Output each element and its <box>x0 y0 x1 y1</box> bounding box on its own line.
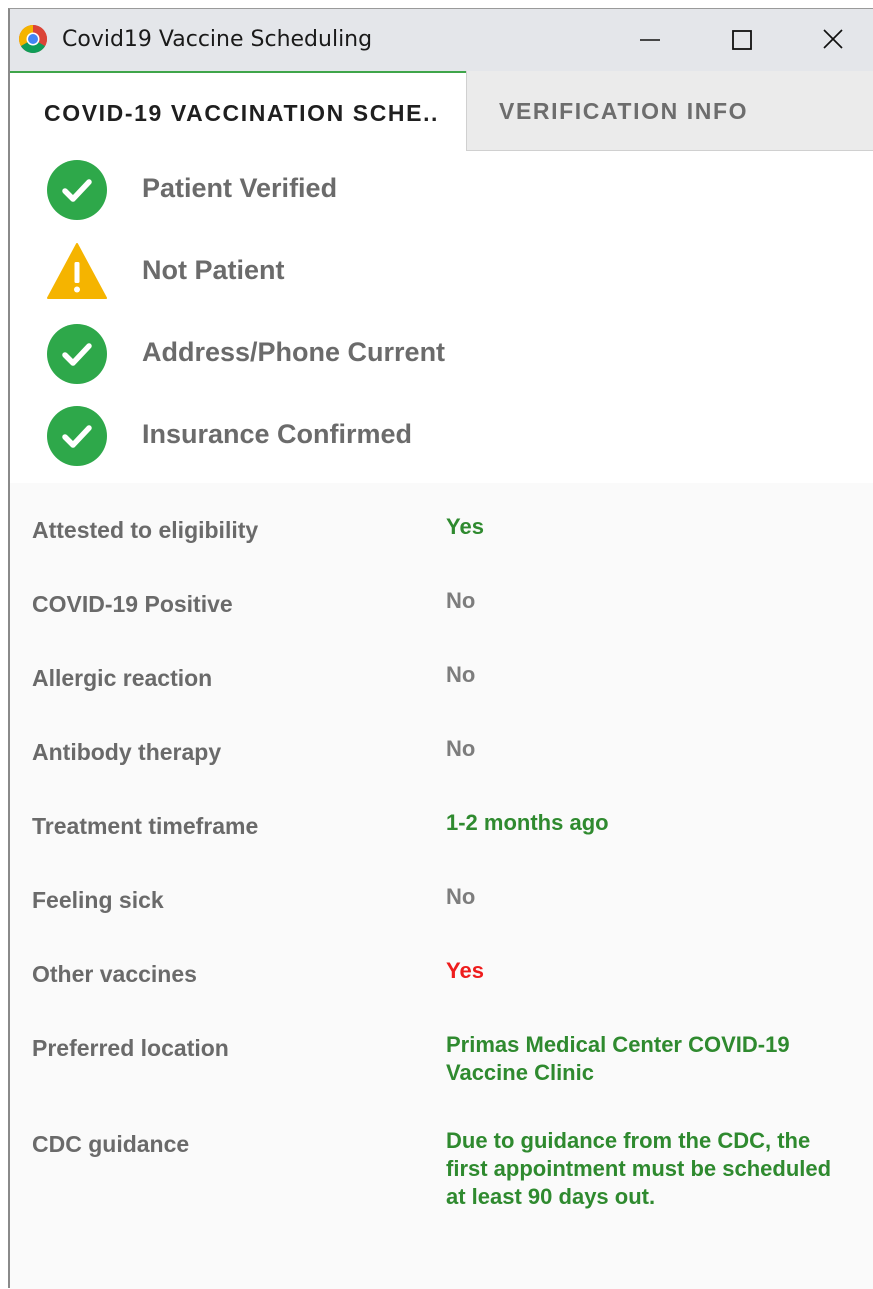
tab-vaccination-scheduling[interactable]: COVID-19 VACCINATION SCHE.. <box>10 71 466 151</box>
detail-label: Feeling sick <box>32 887 164 913</box>
chrome-icon <box>19 25 47 53</box>
check-circle-icon <box>47 160 107 220</box>
verification-status-list: Patient Verified Not Patient Address/Pho… <box>10 151 873 483</box>
close-icon[interactable] <box>813 21 853 59</box>
detail-label: Allergic reaction <box>32 665 213 691</box>
detail-value: No <box>446 736 476 761</box>
check-circle-icon <box>47 406 107 466</box>
maximize-icon[interactable] <box>722 21 762 59</box>
detail-label: Attested to eligibility <box>32 517 259 543</box>
detail-value: No <box>446 588 476 613</box>
status-insurance-confirmed: Insurance Confirmed <box>10 401 873 471</box>
detail-value: Due to guidance from the CDC, the first … <box>446 1128 832 1209</box>
tab-verification-info[interactable]: VERIFICATION INFO <box>466 71 873 151</box>
tab-label: COVID-19 VACCINATION SCHE.. <box>44 100 440 126</box>
detail-value: Yes <box>446 514 484 539</box>
detail-value: No <box>446 662 476 687</box>
detail-value: Primas Medical Center COVID-19 Vaccine C… <box>446 1032 790 1085</box>
status-label: Address/Phone Current <box>142 337 446 367</box>
window-title: Covid19 Vaccine Scheduling <box>62 27 373 52</box>
minimize-icon[interactable] <box>630 21 670 59</box>
detail-label: CDC guidance <box>32 1131 190 1157</box>
status-label: Insurance Confirmed <box>142 419 413 449</box>
tab-bar: COVID-19 VACCINATION SCHE.. VERIFICATION… <box>10 71 873 151</box>
detail-value: No <box>446 884 476 909</box>
status-address-phone: Address/Phone Current <box>10 319 873 389</box>
status-label: Not Patient <box>142 255 285 285</box>
app-window: Covid19 Vaccine Scheduling COVID-19 VACC… <box>8 8 873 1289</box>
status-not-patient: Not Patient <box>10 237 873 307</box>
title-bar[interactable]: Covid19 Vaccine Scheduling <box>10 9 873 71</box>
detail-label: COVID-19 Positive <box>32 591 233 617</box>
check-circle-icon <box>47 324 107 384</box>
detail-value: Yes <box>446 958 484 983</box>
detail-label: Treatment timeframe <box>32 813 259 839</box>
status-patient-verified: Patient Verified <box>10 155 873 225</box>
detail-label: Other vaccines <box>32 961 197 987</box>
detail-label: Antibody therapy <box>32 739 222 765</box>
status-label: Patient Verified <box>142 173 338 203</box>
eligibility-details: Attested to eligibility Yes COVID-19 Pos… <box>10 483 873 1289</box>
tab-label: VERIFICATION INFO <box>499 98 749 124</box>
detail-label: Preferred location <box>32 1035 229 1061</box>
detail-value: 1-2 months ago <box>446 810 609 835</box>
warning-icon <box>47 243 107 299</box>
